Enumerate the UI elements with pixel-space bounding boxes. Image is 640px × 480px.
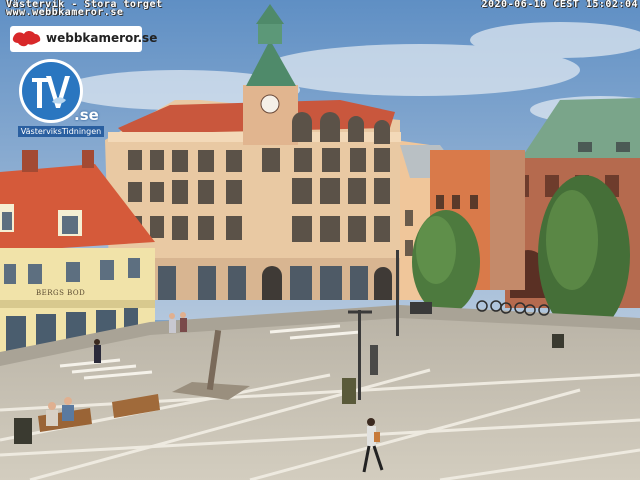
webbkameror-logo[interactable]: webbkameror.se (10, 26, 157, 52)
vt-logo-suffix: .se (74, 106, 99, 124)
shop-sign: BERGS BOD (36, 289, 86, 297)
timestamp-overlay: 2020-06-10 CEST 15:02:04 (481, 0, 638, 10)
vt-logo[interactable]: .se VästerviksTidningen (18, 58, 104, 138)
vt-logo-name: VästerviksTidningen (18, 126, 104, 137)
webbkameror-logo-text: webbkameror.se (46, 31, 158, 45)
webcam-frame: Västervik - Stora torget www.webbkameror… (0, 0, 640, 480)
camera-url-overlay: www.webbkameror.se (6, 7, 124, 18)
world-map-icon (12, 31, 41, 47)
